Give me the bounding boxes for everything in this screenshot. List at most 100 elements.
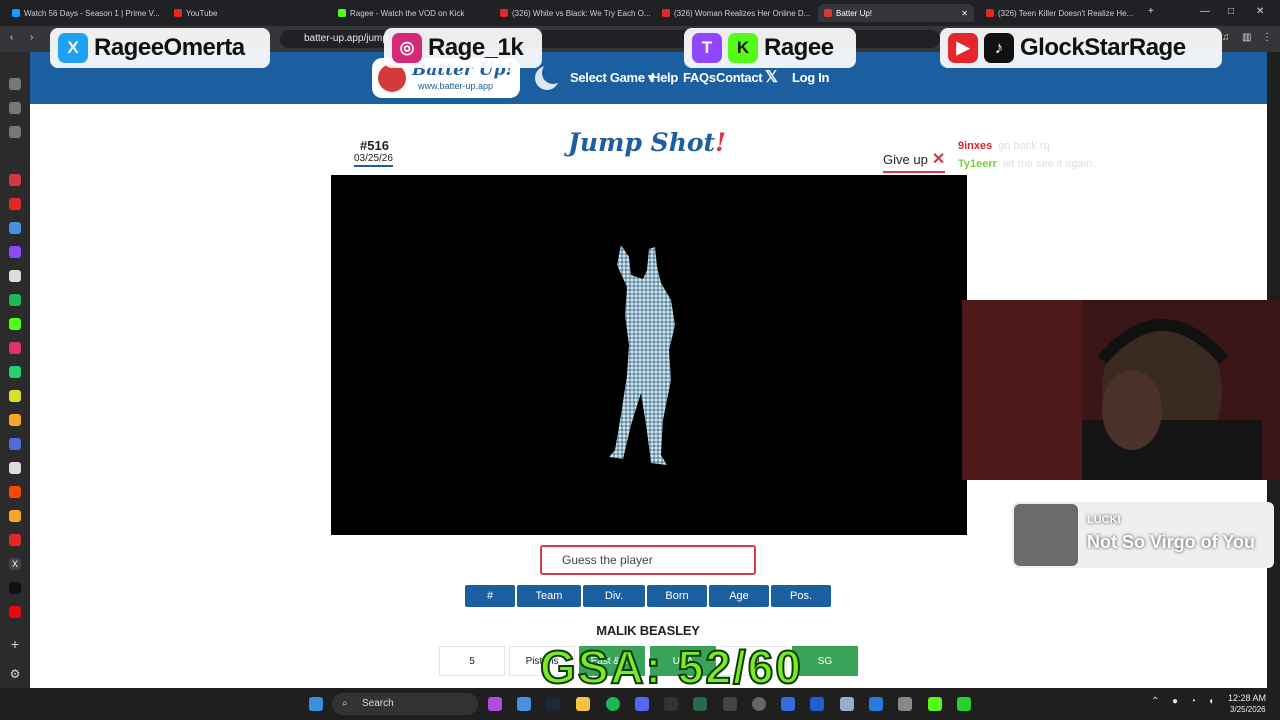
a-app-icon[interactable] [781, 697, 795, 711]
discord-icon[interactable] [635, 697, 649, 711]
notes-icon[interactable] [9, 270, 21, 282]
nav-contact[interactable]: Contact [716, 70, 763, 85]
taskbar-search[interactable]: ⌕ Search [332, 693, 478, 715]
kick-icon: K [728, 33, 758, 63]
twitter-icon: X [58, 33, 88, 63]
give-up-button[interactable]: Give up ✕ [883, 149, 946, 173]
reading-list-icon[interactable] [9, 126, 21, 138]
tab-youtube-video-1[interactable]: (326) White vs Black: We Try Each O... [500, 4, 650, 22]
new-tab-icon[interactable]: + [1148, 6, 1154, 17]
baseball-icon [378, 64, 406, 92]
nav-help[interactable]: Help [651, 70, 678, 85]
instagram-sidebar-icon[interactable] [9, 342, 21, 354]
microphone-icon[interactable]: ● [1172, 696, 1178, 707]
browser-taskbar-icon[interactable] [752, 697, 766, 711]
tray-chevron-icon[interactable]: ⌃ [1151, 696, 1159, 707]
close-icon: ✕ [931, 151, 946, 168]
nav-select-game[interactable]: Select Game ▾ [570, 70, 655, 86]
search-icon: ⌕ [342, 698, 348, 709]
windows-start-icon[interactable] [309, 697, 323, 711]
steam-icon[interactable] [546, 697, 560, 711]
whatsapp-icon[interactable] [9, 366, 21, 378]
youtube-icon [662, 9, 670, 17]
instagram-icon: ◎ [392, 33, 422, 63]
game-title: Jump Shot! [568, 128, 727, 157]
app-icon[interactable] [488, 697, 502, 711]
puzzle-date[interactable]: 03/25/26 [354, 153, 393, 167]
taskbar-time[interactable]: 12:28 AM [1228, 693, 1266, 703]
battlenet-icon[interactable] [810, 697, 824, 711]
streamer-webcam [962, 300, 1280, 480]
d-app-icon[interactable] [9, 390, 21, 402]
youtube-tiktok-handle-banner: ▶ ♪ GlockStarRage [940, 28, 1222, 68]
app-icon[interactable] [9, 174, 21, 186]
epic-games-icon[interactable] [664, 697, 678, 711]
photos-icon[interactable] [517, 697, 531, 711]
column-header-division: Div. [583, 585, 645, 607]
settings-taskbar-icon[interactable] [898, 697, 912, 711]
tab-youtube-video-2[interactable]: (326) Woman Realizes Her Online D... [662, 4, 812, 22]
spotify-icon[interactable] [9, 294, 21, 306]
netflix-icon[interactable] [9, 606, 21, 618]
guess-player-input[interactable]: Guess the player [540, 545, 756, 575]
xbox-icon[interactable] [693, 697, 707, 711]
bookmarks-icon[interactable] [9, 102, 21, 114]
youtube-icon [986, 9, 994, 17]
now-playing-artist: LUCKI [1087, 514, 1121, 526]
media-icon[interactable]: ♫ [1222, 32, 1230, 43]
youtube-sidebar-icon[interactable] [9, 198, 21, 210]
news-icon[interactable] [9, 510, 21, 522]
messenger-icon[interactable] [9, 222, 21, 234]
tab-batter-up[interactable]: Batter Up! ✕ [818, 4, 974, 22]
chat-message: 9inxes go back rq [958, 140, 1050, 152]
forward-icon[interactable]: › [30, 32, 33, 43]
s-app-icon[interactable] [9, 534, 21, 546]
sl-icon[interactable] [9, 438, 21, 450]
file-explorer-icon[interactable] [576, 697, 590, 711]
history-icon[interactable] [9, 78, 21, 90]
spotify-taskbar-icon[interactable] [606, 697, 620, 711]
close-window-icon[interactable]: ✕ [1256, 6, 1264, 17]
x-sidebar-icon[interactable]: X [9, 558, 21, 570]
shield-icon[interactable] [869, 697, 883, 711]
back-icon[interactable]: ‹ [10, 32, 13, 43]
column-header-team: Team [517, 585, 581, 607]
add-app-icon[interactable]: + [9, 637, 21, 651]
volume-icon[interactable]: ◖ [1208, 696, 1214, 707]
tiktok-icon: ♪ [984, 33, 1014, 63]
amazon-icon[interactable] [9, 462, 21, 474]
reddit-icon[interactable] [9, 486, 21, 498]
tab-youtube-video-3[interactable]: (326) Teen Killer Doesn't Realize He... [986, 4, 1136, 22]
player-silhouette-video[interactable] [331, 175, 967, 535]
column-header-position: Pos. [771, 585, 831, 607]
nav-faqs[interactable]: FAQs [683, 70, 716, 85]
taskbar-date[interactable]: 3/25/2026 [1230, 705, 1266, 714]
x-logo-icon[interactable]: 𝕏 [765, 67, 778, 87]
tool-icon[interactable] [9, 414, 21, 426]
menu-icon[interactable]: ⋮ [1262, 32, 1272, 43]
twitch-icon[interactable] [9, 246, 21, 258]
column-header-age: Age [709, 585, 769, 607]
g-app-icon[interactable] [723, 697, 737, 711]
maximize-icon[interactable]: □ [1228, 6, 1234, 17]
browser-sidebar: X + ⚙ [0, 52, 30, 688]
sidebar-toggle-icon[interactable]: ▥ [1242, 32, 1251, 43]
now-playing-widget: LUCKI Not So Virgo of You [1012, 502, 1274, 568]
kick-sidebar-icon[interactable] [9, 318, 21, 330]
stream-app-icon[interactable] [957, 697, 971, 711]
youtube-icon: ▶ [948, 33, 978, 63]
guess-cell-number: 5 [439, 646, 505, 676]
tab-youtube[interactable]: YouTube [174, 4, 324, 22]
twitter-handle-banner: X RageeOmerta [50, 28, 270, 68]
minimize-icon[interactable]: — [1200, 6, 1210, 17]
settings-icon[interactable]: ⚙ [9, 668, 21, 680]
network-icon[interactable]: ◔ [1190, 696, 1196, 707]
nav-login[interactable]: Log In [792, 70, 829, 85]
notepad-icon[interactable] [840, 697, 854, 711]
close-tab-icon[interactable]: ✕ [961, 9, 968, 18]
kick-taskbar-icon[interactable] [928, 697, 942, 711]
tiktok-sidebar-icon[interactable] [9, 582, 21, 594]
tab-kick[interactable]: Ragee - Watch the VOD on Kick [338, 4, 488, 22]
tab-prime[interactable]: Watch 56 Days - Season 1 | Prime V... [12, 4, 162, 22]
youtube-icon [174, 9, 182, 17]
